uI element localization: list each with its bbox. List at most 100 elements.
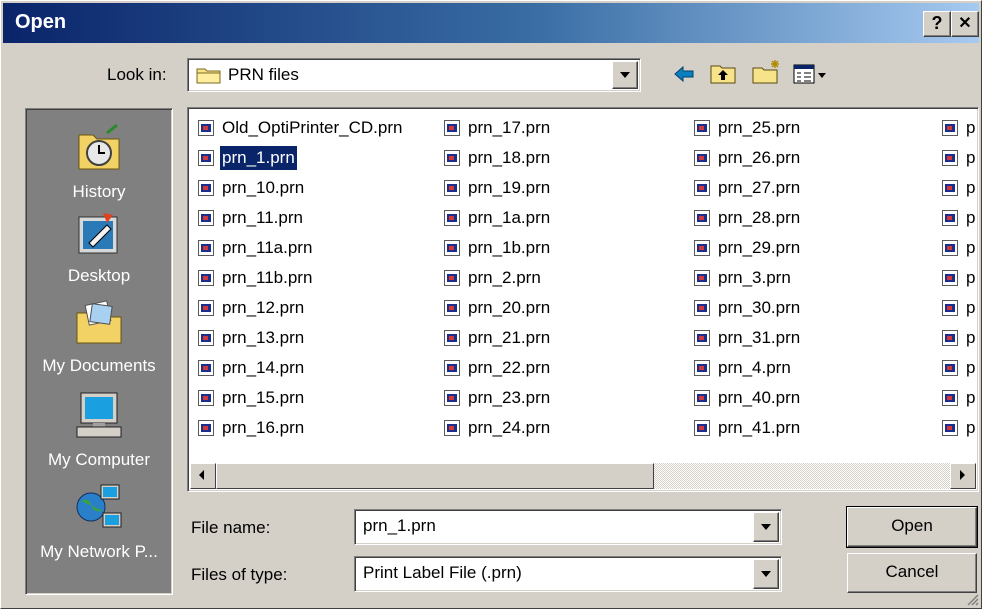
prn-file-icon bbox=[444, 420, 460, 436]
place-my-computer[interactable]: My Computer bbox=[26, 389, 172, 470]
new-folder-icon[interactable] bbox=[751, 59, 783, 85]
my-documents-icon bbox=[76, 300, 122, 344]
places-bar: History Desktop My Documents My Computer… bbox=[25, 108, 173, 595]
file-type-select[interactable]: Print Label File (.prn) bbox=[354, 556, 782, 592]
file-item-label: prn_16.prn bbox=[222, 418, 305, 437]
prn-file-icon bbox=[694, 180, 710, 196]
file-type-dropdown-button[interactable] bbox=[753, 559, 779, 589]
my-computer-icon bbox=[76, 392, 122, 438]
prn-file-icon bbox=[198, 390, 214, 406]
file-name-value: prn_1.prn bbox=[363, 516, 436, 535]
place-my-documents[interactable]: My Documents bbox=[26, 299, 172, 376]
file-item-label: prn_11b.prn bbox=[222, 268, 313, 287]
file-item-label: p bbox=[966, 178, 976, 197]
look-in-label: Look in: bbox=[107, 65, 167, 84]
prn-file-icon bbox=[198, 120, 214, 136]
place-my-computer-label: My Computer bbox=[47, 450, 151, 469]
prn-file-icon bbox=[444, 390, 460, 406]
view-menu-icon[interactable] bbox=[793, 63, 827, 85]
arrow-right-icon bbox=[960, 470, 965, 480]
horizontal-scrollbar[interactable] bbox=[190, 463, 976, 489]
file-item-label: p bbox=[966, 358, 976, 377]
prn-file-icon bbox=[942, 390, 958, 406]
folder-icon bbox=[196, 68, 221, 84]
prn-file-icon bbox=[942, 300, 958, 316]
prn-file-icon bbox=[694, 300, 710, 316]
file-type-value: Print Label File (.prn) bbox=[363, 563, 522, 582]
file-item-label: p bbox=[966, 118, 976, 137]
prn-file-icon bbox=[444, 330, 460, 346]
prn-file-icon bbox=[694, 330, 710, 346]
help-button[interactable]: ? bbox=[923, 11, 951, 37]
scroll-thumb[interactable] bbox=[216, 463, 654, 489]
prn-file-icon bbox=[942, 270, 958, 286]
prn-file-icon bbox=[942, 150, 958, 166]
title-bar[interactable]: Open ? ✕ bbox=[3, 3, 979, 43]
prn-file-icon bbox=[444, 210, 460, 226]
place-desktop[interactable]: Desktop bbox=[26, 209, 172, 286]
file-item-label: prn_1b.prn bbox=[468, 238, 551, 257]
file-item-label: prn_40.prn bbox=[718, 388, 801, 407]
file-item-label: prn_20.prn bbox=[468, 298, 551, 317]
scroll-right-button[interactable] bbox=[950, 463, 976, 489]
look-in-dropdown-button[interactable] bbox=[612, 61, 638, 89]
up-folder-icon[interactable] bbox=[709, 61, 737, 85]
file-item-label: prn_15.prn bbox=[222, 388, 305, 407]
my-network-places-icon bbox=[76, 484, 122, 528]
prn-file-icon bbox=[444, 360, 460, 376]
file-item-label: prn_3.prn bbox=[718, 268, 791, 287]
prn-file-icon bbox=[198, 270, 214, 286]
file-item-label: prn_28.prn bbox=[718, 208, 801, 227]
file-item-label: prn_2.prn bbox=[468, 268, 541, 287]
file-item-label: prn_24.prn bbox=[468, 418, 551, 437]
prn-file-icon bbox=[942, 120, 958, 136]
file-item-label: prn_19.prn bbox=[468, 178, 551, 197]
file-name-dropdown-button[interactable] bbox=[753, 512, 779, 542]
file-item-label: prn_18.prn bbox=[468, 148, 551, 167]
file-item-label: p bbox=[966, 268, 976, 287]
file-list[interactable]: Old_OptiPrinter_CD.prn prn_1.prn prn_10.pr… bbox=[187, 107, 979, 492]
prn-file-icon bbox=[942, 360, 958, 376]
file-item-label: prn_30.prn bbox=[718, 298, 801, 317]
file-item-label: prn_1.prn bbox=[219, 145, 298, 171]
open-dialog: Open ? ✕ Look in: PRN files History Desk… bbox=[0, 0, 982, 609]
prn-file-icon bbox=[942, 330, 958, 346]
prn-file-icon bbox=[198, 330, 214, 346]
prn-file-icon bbox=[198, 150, 214, 166]
prn-file-icon bbox=[444, 120, 460, 136]
desktop-icon bbox=[78, 213, 118, 254]
prn-file-icon bbox=[198, 300, 214, 316]
window-title: Open bbox=[15, 11, 67, 33]
scroll-left-button[interactable] bbox=[190, 463, 216, 489]
cancel-button[interactable]: Cancel bbox=[847, 553, 977, 593]
prn-file-icon bbox=[942, 240, 958, 256]
place-history[interactable]: History bbox=[26, 121, 172, 202]
prn-file-icon bbox=[942, 180, 958, 196]
prn-file-icon bbox=[198, 180, 214, 196]
open-button[interactable]: Open bbox=[846, 506, 978, 548]
prn-file-icon bbox=[198, 420, 214, 436]
close-button[interactable]: ✕ bbox=[951, 11, 979, 37]
file-item-label: prn_17.prn bbox=[468, 118, 551, 137]
file-item-label: prn_11a.prn bbox=[222, 238, 313, 257]
prn-file-icon bbox=[694, 240, 710, 256]
file-item-label: Old_OptiPrinter_CD.prn bbox=[222, 118, 403, 137]
prn-file-icon bbox=[694, 270, 710, 286]
file-item-label: p bbox=[966, 418, 976, 437]
resize-grip-icon[interactable] bbox=[965, 592, 979, 606]
place-my-network[interactable]: My Network P... bbox=[26, 481, 172, 562]
prn-file-icon bbox=[444, 180, 460, 196]
file-item-label: prn_13.prn bbox=[222, 328, 305, 347]
file-name-field[interactable]: prn_1.prn bbox=[354, 509, 782, 545]
file-item-label: prn_12.prn bbox=[222, 298, 305, 317]
back-icon[interactable] bbox=[673, 63, 695, 85]
prn-file-icon bbox=[942, 420, 958, 436]
place-history-label: History bbox=[72, 182, 126, 201]
history-icon bbox=[78, 123, 120, 170]
file-name-label: File name: bbox=[191, 518, 271, 537]
look-in-combo[interactable]: PRN files bbox=[187, 58, 641, 92]
file-item-label: prn_22.prn bbox=[468, 358, 551, 377]
look-in-value: PRN files bbox=[228, 65, 299, 84]
prn-file-icon bbox=[444, 300, 460, 316]
place-desktop-label: Desktop bbox=[67, 266, 131, 285]
